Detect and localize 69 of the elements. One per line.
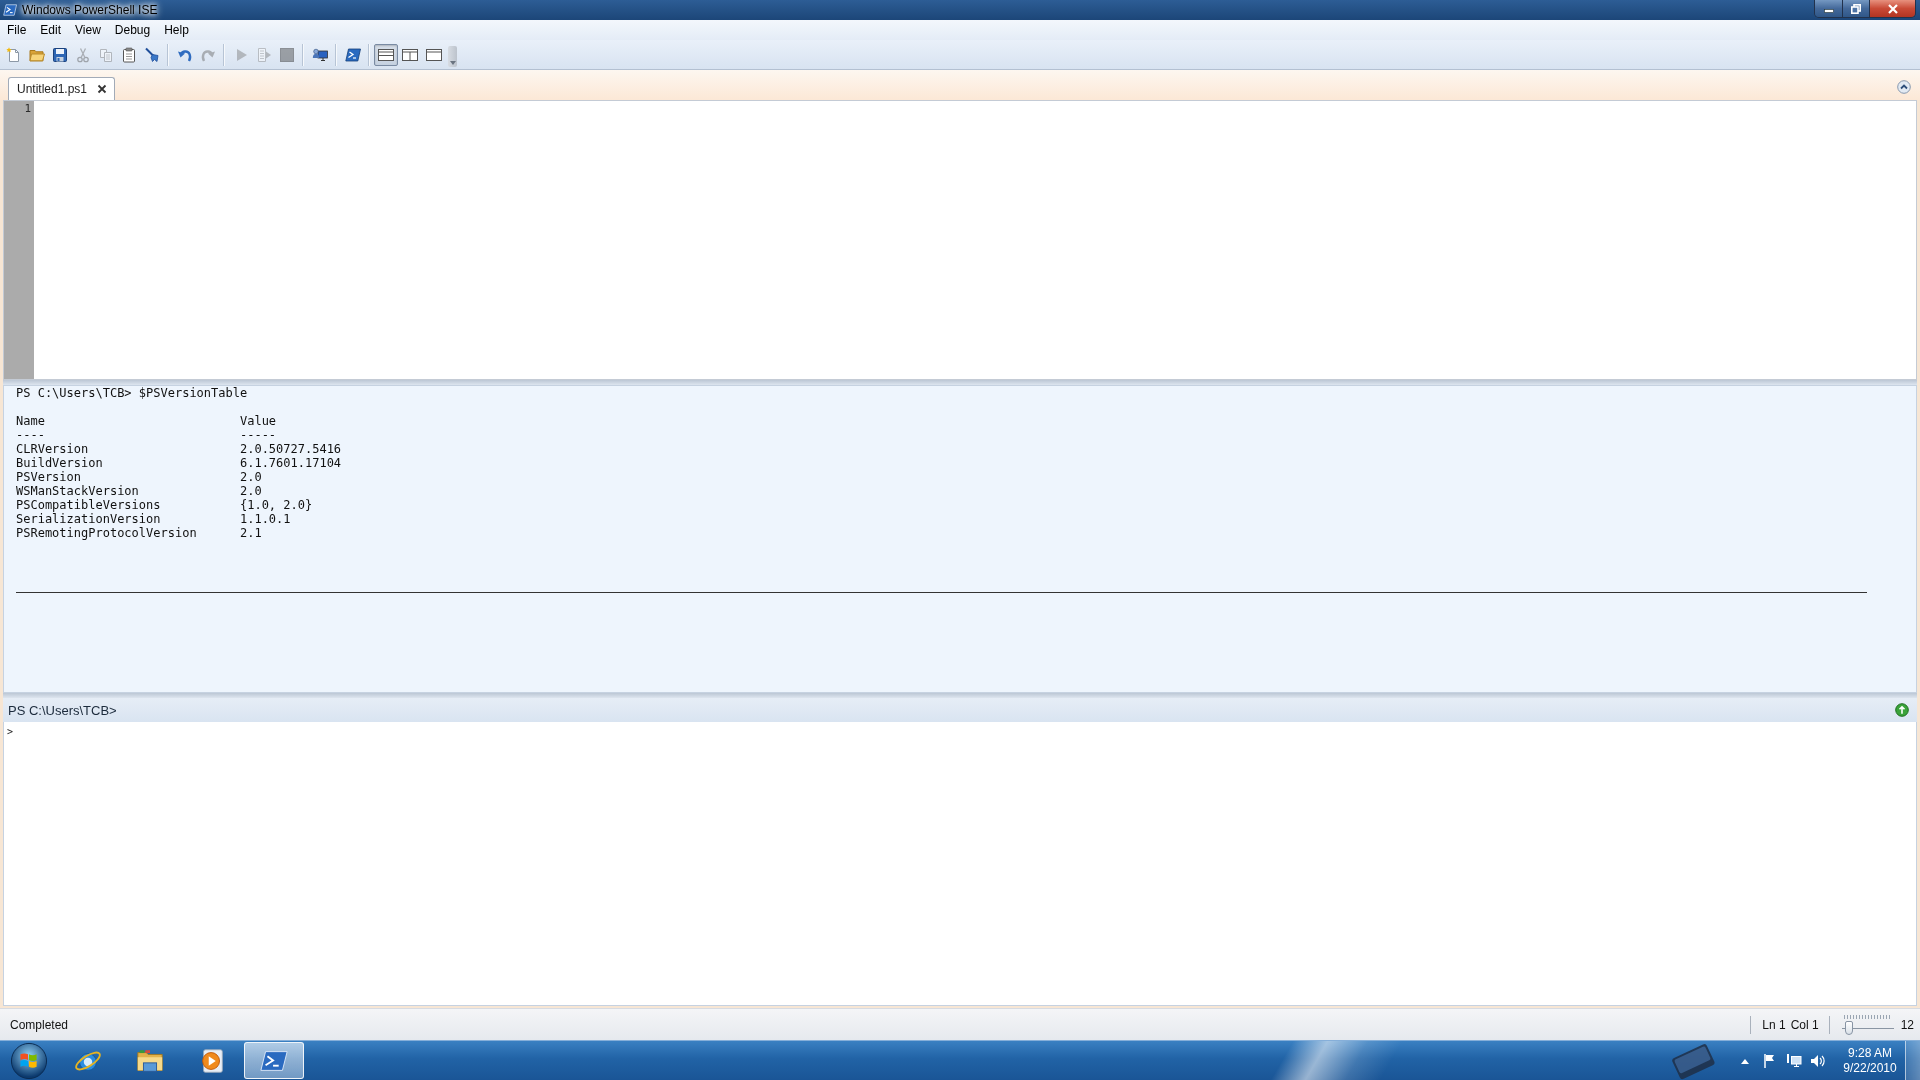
header-underline: ---- <box>16 428 46 442</box>
up-arrow-icon[interactable] <box>1895 703 1909 717</box>
table-cell: 2.0.50727.5416 <box>239 442 342 456</box>
window-icon <box>425 47 443 62</box>
clock-date: 9/22/2010 <box>1843 1060 1897 1076</box>
table-cell-text: 2.1 <box>239 526 263 540</box>
header-underline: ----- <box>239 428 278 442</box>
script-editor[interactable]: 1 <box>3 100 1917 380</box>
menu-item[interactable]: Edit <box>33 20 69 40</box>
output-line: PS C:\Users\TCB> $PSVersionTable <box>16 386 249 400</box>
column-header: Value <box>239 414 278 428</box>
clipboard-icon <box>120 46 137 63</box>
table-cell-text: BuildVersion <box>16 456 104 470</box>
input-prompt: > <box>7 726 14 737</box>
scissors-icon <box>74 46 91 63</box>
restore-icon <box>1851 3 1861 14</box>
split-horizontal-icon <box>377 47 395 62</box>
window-title: Windows PowerShell ISE <box>22 3 158 17</box>
new-file-icon <box>5 46 22 63</box>
table-cell-text: {1.0, 2.0} <box>239 498 314 512</box>
caret-up-icon[interactable] <box>1741 1057 1749 1064</box>
table-cell-text: PSCompatibleVersions <box>16 498 162 512</box>
caret-icon <box>449 61 456 65</box>
stop-icon <box>278 46 295 63</box>
console-icon <box>3 3 17 17</box>
clock-time: 9:28 AM <box>1848 1045 1892 1061</box>
table-cell-text: PSRemotingProtocolVersion <box>16 526 198 540</box>
minimize-icon <box>1823 9 1834 13</box>
network-icon[interactable] <box>1786 1052 1802 1069</box>
orb-icon <box>9 1041 48 1080</box>
line-number: 1 <box>23 102 32 116</box>
menu-item[interactable]: Help <box>157 20 196 40</box>
close-button[interactable] <box>1869 0 1915 17</box>
table-cell-text: 2.0 <box>239 484 263 498</box>
table-cell: 6.1.7601.17104 <box>239 456 342 470</box>
restore-button[interactable] <box>1842 0 1869 17</box>
prompt-text: PS C:\Users\TCB> <box>8 702 117 718</box>
toolbar-overflow-button[interactable] <box>448 46 457 67</box>
column-header: Name <box>16 414 46 428</box>
table-cell-text: SerializationVersion <box>16 512 162 526</box>
broom-icon <box>143 46 160 63</box>
taskbar-button[interactable] <box>244 1042 304 1079</box>
file-tab[interactable]: Untitled1.ps1 <box>8 77 116 100</box>
person-monitor-icon <box>311 46 328 63</box>
table-cell-text: 1.1.0.1 <box>239 512 292 526</box>
menu-item[interactable]: File <box>0 20 34 40</box>
split-vertical-icon <box>401 47 419 62</box>
table-cell-text: WSManStackVersion <box>16 484 140 498</box>
document-play-icon <box>255 46 272 63</box>
close-icon[interactable] <box>97 84 108 94</box>
slider-thumb[interactable] <box>1845 1020 1854 1035</box>
command-input[interactable]: > <box>3 722 1917 1006</box>
zoom-level-text: 12 <box>1900 1017 1914 1032</box>
chevron-up-icon[interactable] <box>1897 80 1911 94</box>
menu-item[interactable]: Debug <box>107 20 158 40</box>
table-cell-text: PSVersion <box>16 470 83 484</box>
close-icon <box>1886 3 1899 14</box>
console-icon <box>344 46 361 63</box>
line-position: Ln 1 <box>1762 1017 1786 1032</box>
show-desktop-button[interactable] <box>1905 1041 1920 1080</box>
copy-icon <box>97 46 114 63</box>
menu-item[interactable]: View <box>68 20 108 40</box>
table-cell-text: CLRVersion <box>16 442 90 456</box>
table-cell-text: 2.0 <box>239 470 263 484</box>
save-icon <box>51 46 68 63</box>
status-text: Completed <box>10 1017 69 1032</box>
split-horizontal-button[interactable] <box>374 43 398 66</box>
minimize-button[interactable] <box>1815 0 1842 17</box>
column-position: Col 1 <box>1790 1017 1819 1032</box>
